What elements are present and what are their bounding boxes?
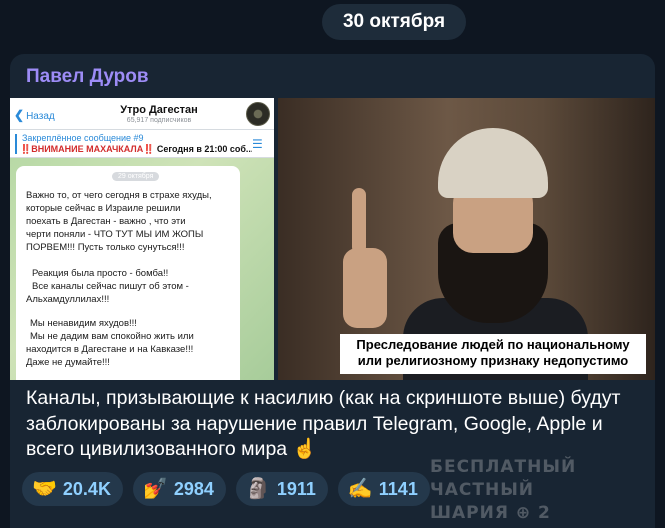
channel-avatar xyxy=(246,102,270,126)
pinned-warn: ‼️ВНИМАНИЕ МАХАЧКАЛА‼️ xyxy=(20,144,155,154)
photo-caption-line2: или религиозному признаку недопустимо xyxy=(357,353,629,368)
screenshot-back: ❮ Назад xyxy=(14,108,55,122)
author-name[interactable]: Павел Дуров xyxy=(26,66,149,88)
screenshot-line: Мы ненавидим яхудов!!! xyxy=(30,318,137,329)
message-text: Каналы, призывающие к насилию (как на ск… xyxy=(26,387,621,460)
photo-finger xyxy=(352,188,366,254)
screenshot-header: ❮ Назад Утро Дагестан 65,917 подписчиков xyxy=(10,98,274,130)
reaction-moai[interactable]: 🗿 1911 xyxy=(235,472,328,506)
screenshot-line: которые сейчас в Израиле решили xyxy=(26,203,181,214)
pinned-text: ‼️ВНИМАНИЕ МАХАЧКАЛА‼️ Сегодня в 21:00 с… xyxy=(20,144,252,155)
watermark-line1: БЕСПЛАТНЫЙ ЧАСТНЫЙ xyxy=(430,457,577,500)
media-photo[interactable]: Преследование людей по национальному или… xyxy=(278,98,655,380)
screenshot-line: Важно то, от чего сегодня в страхе яхуды… xyxy=(26,190,212,201)
reaction-count: 2984 xyxy=(173,478,214,499)
screenshot-line: черти поняли - ЧТО ТУТ МЫ ИМ ЖОПЫ xyxy=(26,229,204,240)
writing-hand-icon: ✍️ xyxy=(347,478,373,500)
screenshot-line: поехать в Дагестан - важно , что эти xyxy=(26,216,186,227)
screenshot-line: Мы не дадим вам спокойно жить или xyxy=(30,331,194,342)
photo-caption-line1: Преследование людей по национальному xyxy=(356,337,630,352)
pinned-rest: Сегодня в 21:00 соб... xyxy=(154,144,252,154)
screenshot-line: Альхамдуллилах!!! xyxy=(26,294,110,305)
screenshot-message: 29 октября Важно то, от чего сегодня в с… xyxy=(16,166,240,380)
screenshot-line: ПОРВЕМ!!! Пусть только сунуться!!! xyxy=(26,242,185,253)
reaction-count: 20.4K xyxy=(62,478,111,499)
reaction-writing-hand[interactable]: ✍️ 1141 xyxy=(337,472,430,506)
screenshot-pinned: Закреплённое сообщение #9 ‼️ВНИМАНИЕ МАХ… xyxy=(10,130,274,158)
reaction-handshake[interactable]: 🤝 20.4K xyxy=(22,472,123,506)
screenshot-line: Даже не думайте!!! xyxy=(26,357,110,368)
handshake-icon: 🤝 xyxy=(32,478,57,500)
screenshot-date-badge: 29 октября xyxy=(112,172,160,181)
media-screenshot[interactable]: ❮ Назад Утро Дагестан 65,917 подписчиков … xyxy=(10,98,274,380)
message-bubble: Павел Дуров ❮ Назад Утро Дагестан 65,917 … xyxy=(10,54,655,528)
photo-hat xyxy=(438,128,548,198)
date-separator: 30 октября xyxy=(322,4,466,40)
reaction-count: 1141 xyxy=(378,478,418,499)
pinned-title: Закреплённое сообщение #9 xyxy=(22,133,144,143)
screenshot-subscribers: 65,917 подписчиков xyxy=(126,117,192,124)
photo-caption: Преследование людей по национальному или… xyxy=(340,334,646,374)
nail-polish-icon: 💅 xyxy=(142,478,168,500)
screenshot-channel-title: Утро Дагестан xyxy=(120,104,198,116)
chevron-left-icon: ❮ xyxy=(14,108,25,122)
pinned-bar xyxy=(15,134,17,154)
photo-hand xyxy=(343,248,387,328)
watermark: БЕСПЛАТНЫЙ ЧАСТНЫЙ ШАРИЯ ⊕ 2 Sharij.net xyxy=(430,456,655,528)
screenshot-line: Все каналы сейчас пишут об этом - xyxy=(32,281,189,292)
screenshot-back-label: Назад xyxy=(26,111,55,122)
reactions-bar: 🤝 20.4K 💅 2984 🗿 1911 ✍️ 1141 xyxy=(22,472,430,506)
screenshot-chat: 29 октября Важно то, от чего сегодня в с… xyxy=(10,158,274,380)
watermark-line2: ШАРИЯ ⊕ 2 Sharij.net xyxy=(430,503,551,528)
screenshot-line: Реакция была просто - бомба!! xyxy=(32,268,169,279)
moai-icon: 🗿 xyxy=(245,478,271,500)
screenshot-line: находится в Дагестане и на Кавказе!!! xyxy=(26,344,194,355)
reaction-count: 1911 xyxy=(276,478,316,499)
pinned-list-icon: ☰ xyxy=(252,137,263,151)
reaction-nail-polish[interactable]: 💅 2984 xyxy=(132,472,226,506)
